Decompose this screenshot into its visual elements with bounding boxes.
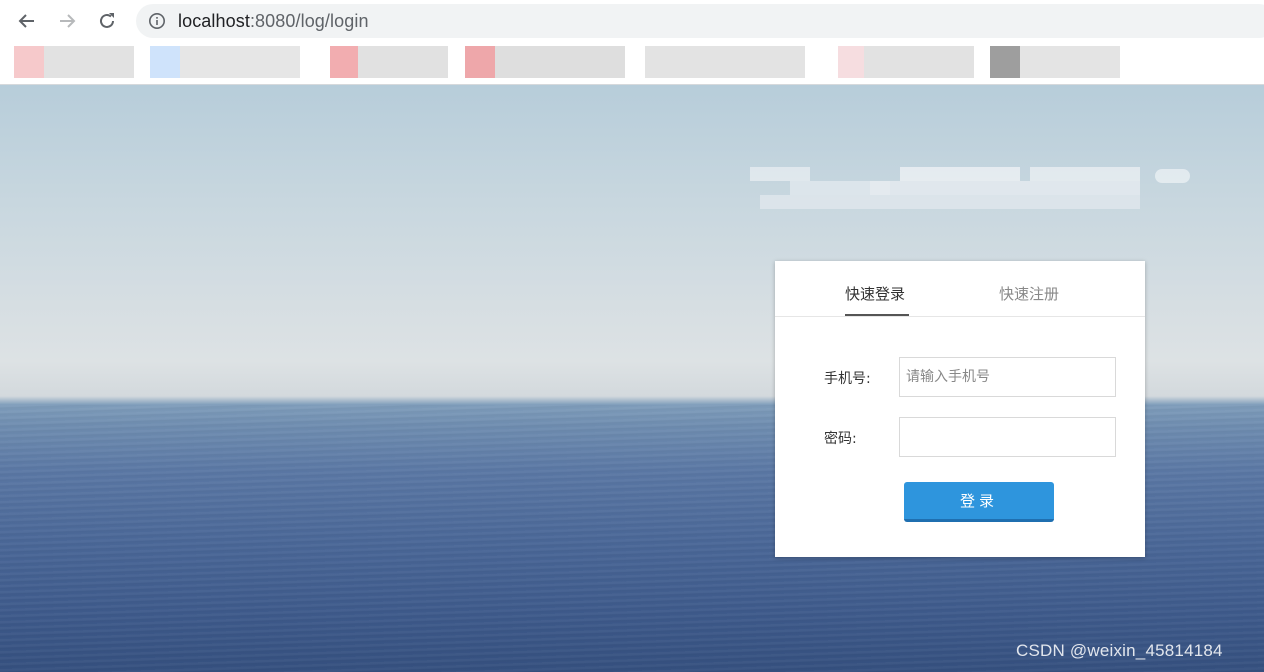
login-button[interactable]: 登录 (904, 482, 1054, 522)
watermark: CSDN @weixin_45814184 (1016, 641, 1223, 660)
password-input[interactable] (899, 417, 1116, 457)
blurred-bookmark[interactable] (838, 46, 864, 78)
address-bar[interactable]: localhost:8080/log/login (136, 4, 1264, 38)
forward-icon[interactable] (55, 9, 79, 33)
blurred-bookmark[interactable] (645, 46, 805, 78)
phone-label: 手机号: (824, 371, 871, 387)
blurred-bookmark[interactable] (14, 46, 44, 78)
tab-quick-register[interactable]: 快速注册 (999, 285, 1059, 303)
phone-input[interactable] (899, 357, 1116, 397)
blurred-bookmark[interactable] (330, 46, 358, 78)
blurred-bookmark[interactable] (495, 46, 625, 78)
info-icon[interactable] (148, 12, 166, 30)
blurred-bookmark[interactable] (44, 46, 134, 78)
login-tabs: 快速登录 快速注册 (775, 261, 1145, 317)
tab-quick-login[interactable]: 快速登录 (845, 285, 905, 303)
blurred-bookmark[interactable] (150, 46, 180, 78)
back-icon[interactable] (15, 9, 39, 33)
blurred-page-heading (750, 167, 1190, 215)
bookmarks-bar (0, 42, 1264, 85)
blurred-bookmark[interactable] (180, 46, 300, 78)
browser-toolbar: localhost:8080/log/login (0, 0, 1264, 42)
url-text: localhost:8080/log/login (178, 10, 369, 32)
blurred-bookmark[interactable] (465, 46, 495, 78)
blurred-bookmark[interactable] (358, 46, 448, 78)
url-path: :8080/log/login (249, 11, 369, 31)
reload-icon[interactable] (95, 9, 119, 33)
blurred-bookmark[interactable] (990, 46, 1020, 78)
blurred-bookmark[interactable] (864, 46, 974, 78)
url-host: localhost (178, 11, 250, 31)
password-label: 密码: (824, 431, 857, 447)
active-tab-indicator (845, 314, 909, 316)
blurred-bookmark[interactable] (1020, 46, 1120, 78)
login-card: 快速登录 快速注册 手机号: 密码: 登录 (775, 261, 1145, 557)
